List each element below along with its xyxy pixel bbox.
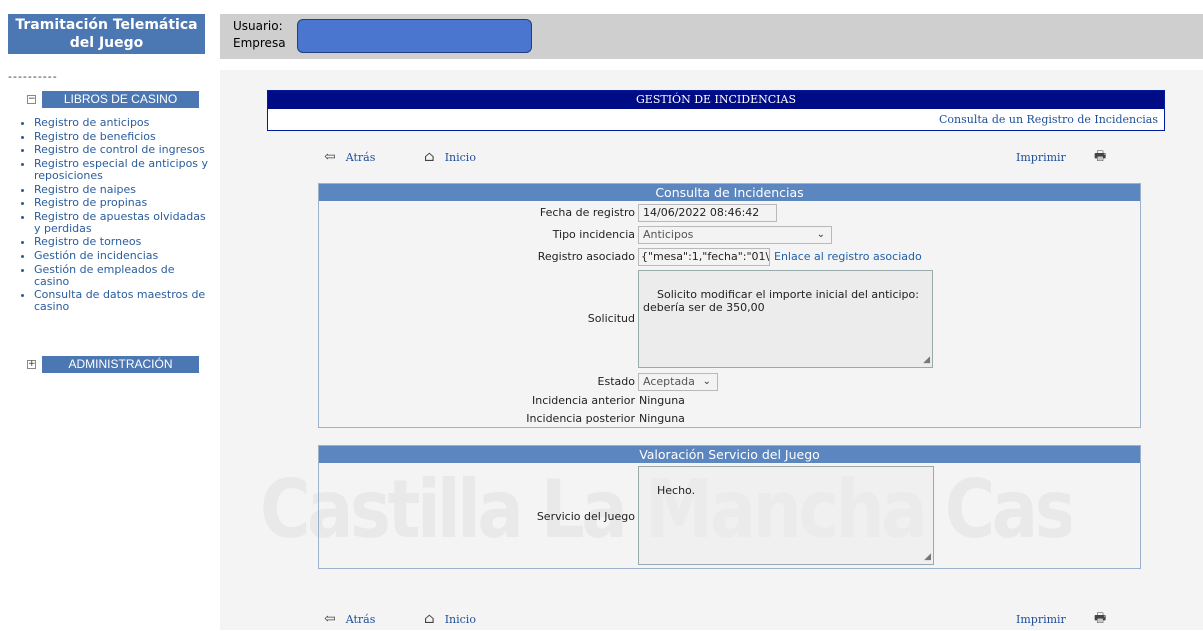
sidebar-item-label[interactable]: Registro de torneos bbox=[34, 235, 141, 248]
sidebar-item-label[interactable]: Registro de apuestas olvidadas y perdida… bbox=[34, 210, 206, 235]
printer-icon[interactable]: 🖶 bbox=[1094, 609, 1106, 631]
back-label: Atrás bbox=[345, 612, 376, 626]
estado-select[interactable]: Aceptada ⌄ bbox=[638, 373, 718, 391]
sidebar-item-beneficios[interactable]: Registro de beneficios bbox=[34, 130, 210, 143]
servicio-juego-text: Hecho. bbox=[657, 484, 696, 497]
chevron-down-icon: ⌄ bbox=[816, 229, 825, 240]
fecha-registro-field[interactable]: 14/06/2022 08:46:42 bbox=[638, 204, 777, 222]
servicio-juego-label: Servicio del Juego bbox=[536, 510, 635, 523]
back-button-top[interactable]: ⇦ Atrás bbox=[324, 149, 375, 165]
incidencia-posterior-value: Ninguna bbox=[639, 412, 685, 425]
tipo-incidencia-label: Tipo incidencia bbox=[552, 228, 635, 241]
arrow-left-icon: ⇦ bbox=[324, 611, 336, 627]
print-label: Imprimir bbox=[1016, 613, 1066, 626]
print-button-top[interactable]: Imprimir bbox=[1016, 151, 1066, 164]
sidebar-item-label[interactable]: Registro especial de anticipos y reposic… bbox=[34, 157, 208, 182]
sidebar-item-datos-maestros[interactable]: Consulta de datos maestros de casino bbox=[34, 289, 210, 313]
app-title-line1: Tramitación Telemática bbox=[15, 17, 198, 33]
sidebar-item-torneos[interactable]: Registro de torneos bbox=[34, 236, 210, 248]
sidebar-item-label[interactable]: Registro de anticipos bbox=[34, 116, 149, 129]
user-bar: Usuario: Empresa bbox=[220, 14, 1203, 59]
fecha-registro-label: Fecha de registro bbox=[539, 206, 635, 219]
resize-grip-icon[interactable]: ◢ bbox=[923, 354, 930, 367]
sidebar-item-label[interactable]: Registro de control de ingresos bbox=[34, 143, 205, 156]
app-title: Tramitación Telemática del Juego bbox=[8, 14, 205, 54]
home-button-top[interactable]: ⌂ Inicio bbox=[424, 149, 476, 165]
user-label: Usuario: bbox=[233, 19, 283, 33]
consulta-panel-title: Consulta de Incidencias bbox=[319, 184, 1140, 201]
consulta-incidencias-panel: Consulta de Incidencias Fecha de registr… bbox=[318, 183, 1141, 428]
resize-grip-icon[interactable]: ◢ bbox=[924, 551, 931, 564]
sidebar-separator: ---------- bbox=[8, 70, 58, 83]
page-title: GESTIÓN DE INCIDENCIAS bbox=[268, 91, 1164, 109]
sidebar-item-label[interactable]: Registro de propinas bbox=[34, 196, 147, 209]
sidebar-item-naipes[interactable]: Registro de naipes bbox=[34, 183, 210, 196]
solicitud-textarea[interactable]: Solicito modificar el importe inicial de… bbox=[638, 270, 933, 368]
sidebar-item-especial-anticipos[interactable]: Registro especial de anticipos y reposic… bbox=[34, 158, 210, 182]
sidebar-menu: Registro de anticipos Registro de benefi… bbox=[20, 117, 210, 315]
servicio-juego-textarea[interactable]: Hecho. ◢ bbox=[638, 466, 934, 565]
home-button-bottom[interactable]: ⌂ Inicio bbox=[424, 611, 476, 627]
home-label: Inicio bbox=[444, 612, 476, 626]
registro-asociado-label: Registro asociado bbox=[537, 250, 635, 263]
sidebar-item-label[interactable]: Gestión de incidencias bbox=[34, 249, 158, 262]
back-label: Atrás bbox=[345, 150, 376, 164]
home-icon: ⌂ bbox=[424, 611, 435, 627]
arrow-left-icon: ⇦ bbox=[324, 149, 336, 165]
page-header-box: GESTIÓN DE INCIDENCIAS Consulta de un Re… bbox=[267, 90, 1165, 131]
registro-asociado-field[interactable]: {"mesa":1,"fecha":"01\/ bbox=[638, 248, 770, 266]
estado-value: Aceptada bbox=[643, 375, 695, 388]
solicitud-text: Solicito modificar el importe inicial de… bbox=[643, 288, 919, 314]
user-company-redacted-box bbox=[297, 19, 532, 53]
incidencia-anterior-value: Ninguna bbox=[639, 394, 685, 407]
registro-asociado-link[interactable]: Enlace al registro asociado bbox=[774, 250, 922, 263]
valoracion-panel-title: Valoración Servicio del Juego bbox=[319, 446, 1140, 463]
home-icon: ⌂ bbox=[424, 149, 435, 165]
section-libros-de-casino[interactable]: LIBROS DE CASINO bbox=[42, 91, 199, 108]
chevron-down-icon: ⌄ bbox=[702, 376, 711, 387]
sidebar-item-apuestas[interactable]: Registro de apuestas olvidadas y perdida… bbox=[34, 211, 210, 235]
sidebar-item-incidencias[interactable]: Gestión de incidencias bbox=[34, 250, 210, 262]
print-button-bottom[interactable]: Imprimir bbox=[1016, 613, 1066, 626]
sidebar-item-control-ingresos[interactable]: Registro de control de ingresos bbox=[34, 144, 210, 156]
valoracion-panel: Valoración Servicio del Juego Hecho. ◢ S… bbox=[318, 445, 1141, 569]
sidebar-item-label[interactable]: Registro de beneficios bbox=[34, 130, 156, 143]
back-button-bottom[interactable]: ⇦ Atrás bbox=[324, 611, 375, 627]
solicitud-label: Solicitud bbox=[587, 312, 635, 325]
sidebar-item-label[interactable]: Gestión de empleados de casino bbox=[34, 263, 175, 288]
printer-icon[interactable]: 🖶 bbox=[1094, 147, 1106, 169]
print-label: Imprimir bbox=[1016, 151, 1066, 164]
minus-box-icon[interactable]: − bbox=[27, 95, 36, 104]
home-label: Inicio bbox=[444, 150, 476, 164]
section-administracion[interactable]: ADMINISTRACIÓN bbox=[42, 356, 199, 373]
sidebar-item-propinas[interactable]: Registro de propinas bbox=[34, 197, 210, 209]
tipo-incidencia-value: Anticipos bbox=[643, 228, 694, 241]
sidebar-item-anticipos[interactable]: Registro de anticipos bbox=[34, 117, 210, 129]
incidencia-anterior-label: Incidencia anterior bbox=[531, 394, 635, 407]
estado-label: Estado bbox=[597, 375, 635, 388]
plus-box-icon[interactable]: + bbox=[27, 360, 36, 369]
page-subtitle: Consulta de un Registro de Incidencias bbox=[938, 113, 1158, 126]
sidebar-item-empleados[interactable]: Gestión de empleados de casino bbox=[34, 263, 210, 288]
tipo-incidencia-select[interactable]: Anticipos ⌄ bbox=[638, 226, 832, 244]
incidencia-posterior-label: Incidencia posterior bbox=[526, 412, 635, 425]
app-title-line2: del Juego bbox=[69, 35, 144, 51]
sidebar-item-label[interactable]: Consulta de datos maestros de casino bbox=[34, 288, 205, 313]
sidebar-item-label[interactable]: Registro de naipes bbox=[34, 183, 136, 196]
company-label: Empresa bbox=[233, 36, 286, 50]
